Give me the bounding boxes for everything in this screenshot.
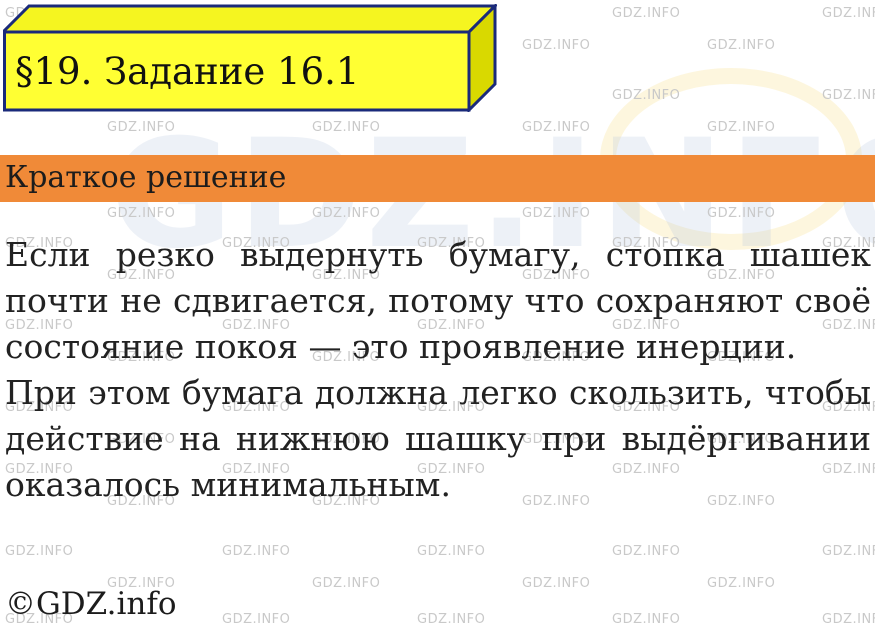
solution-text: Если резко выдернуть бумагу, стопка шаше… [5, 232, 871, 508]
watermark-text: GDZ.INFO [707, 576, 776, 591]
watermark-text: GDZ.INFO [612, 6, 681, 21]
watermark-text: GDZ.INFO [312, 120, 381, 135]
watermark-text: GDZ.INFO [822, 544, 875, 559]
watermark-text: GDZ.INFO [707, 120, 776, 135]
watermark-text: GDZ.INFO [417, 612, 486, 627]
watermark-text: GDZ.INFO [522, 120, 591, 135]
watermark-text: GDZ.INFO [417, 544, 486, 559]
watermark-text: GDZ.INFO [822, 88, 875, 103]
watermark-text: GDZ.INFO [612, 88, 681, 103]
watermark-text: GDZ.INFO [822, 612, 875, 627]
watermark-text: GDZ.INFO [107, 206, 176, 221]
watermark-text: GDZ.INFO [822, 6, 875, 21]
watermark-text: GDZ.INFO [222, 612, 291, 627]
watermark-text: GDZ.INFO [612, 544, 681, 559]
copyright-footer: ©GDZ.info [5, 586, 177, 622]
title-box: §19. Задание 16.1 [3, 4, 497, 112]
watermark-text: GDZ.INFO [522, 206, 591, 221]
section-heading: Краткое решение [5, 160, 287, 195]
watermark-text: GDZ.INFO [312, 576, 381, 591]
paragraph: Если резко выдернуть бумагу, стопка шаше… [5, 235, 871, 366]
watermark-text: GDZ.INFO [707, 206, 776, 221]
section-header-bar: Краткое решение [0, 155, 875, 202]
page-title: §19. Задание 16.1 [15, 50, 360, 93]
paragraph: При этом бумага должна легко скользить, … [5, 373, 871, 504]
watermark-text: GDZ.INFO [5, 544, 74, 559]
watermark-text: GDZ.INFO [312, 206, 381, 221]
watermark-text: GDZ.INFO [222, 544, 291, 559]
watermark-text: GDZ.INFO [107, 120, 176, 135]
watermark-text: GDZ.INFO [707, 38, 776, 53]
watermark-text: GDZ.INFO [522, 38, 591, 53]
watermark-text: GDZ.INFO [612, 612, 681, 627]
watermark-text: GDZ.INFO [522, 576, 591, 591]
